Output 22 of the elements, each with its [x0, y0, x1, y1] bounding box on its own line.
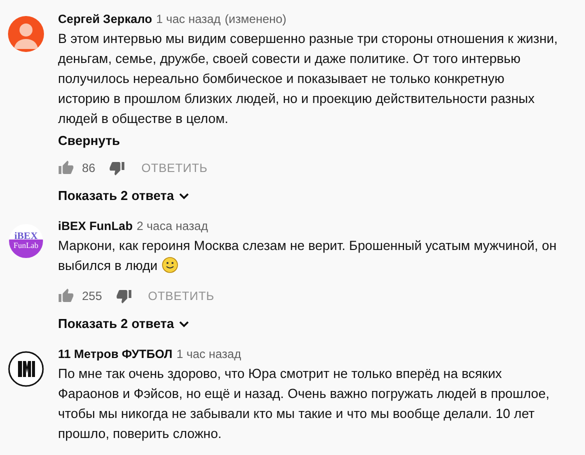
- like-count: 255: [82, 289, 102, 303]
- like-count: 86: [82, 161, 96, 175]
- channel-avatar[interactable]: iBEX FunLab: [8, 223, 44, 259]
- show-replies-button[interactable]: Показать 2 ответа: [58, 188, 190, 203]
- emblem-avatar[interactable]: [8, 351, 44, 387]
- thumbs-down-icon[interactable]: [109, 160, 126, 176]
- collapse-link[interactable]: Свернуть: [58, 133, 120, 148]
- comment-text: В этом интервью мы видим совершенно разные три стороны отношения к жизни, деньгам, семье, дружбе, своей совести и даже политике. От того интервью получилось нереально бомбическое и показывает не только конкретную историю в прошлом близких людей, но и проекцию действительности разных людей в обществе в целом.: [58, 31, 558, 126]
- comment-text: Маркони, как героиня Москва слезам не верит. Брошенный усатым мужчиной, он выбился в люди: [58, 238, 556, 273]
- comment-time[interactable]: 1 час назад: [176, 347, 242, 361]
- comment-text: По мне так очень здорово, что Юра смотрит не только вперёд на всяких Фараонов и Фэйсов, но ещё и назад. Очень важно погружать людей в прошлое, чтобы мы никогда не забывали кто мы такие и что мы вообще делали. 10 лет прошло, поверить сложно.: [58, 366, 550, 441]
- author-name[interactable]: Сергей Зеркало: [58, 12, 152, 26]
- thumbs-up-icon[interactable]: [58, 160, 74, 176]
- thumbs-up-icon[interactable]: [58, 288, 74, 304]
- show-replies-button[interactable]: Показать 2 ответа: [58, 316, 190, 331]
- comment-time[interactable]: 1 час назад: [156, 12, 221, 26]
- avatar[interactable]: [8, 16, 44, 52]
- thumbs-down-icon[interactable]: [116, 288, 132, 304]
- comment-time[interactable]: 2 часа назад: [136, 219, 208, 233]
- author-name[interactable]: 11 Метров ФУТБОЛ: [58, 347, 172, 361]
- author-name[interactable]: iBEX FunLab: [58, 219, 133, 233]
- edited-label: (изменено): [224, 12, 286, 26]
